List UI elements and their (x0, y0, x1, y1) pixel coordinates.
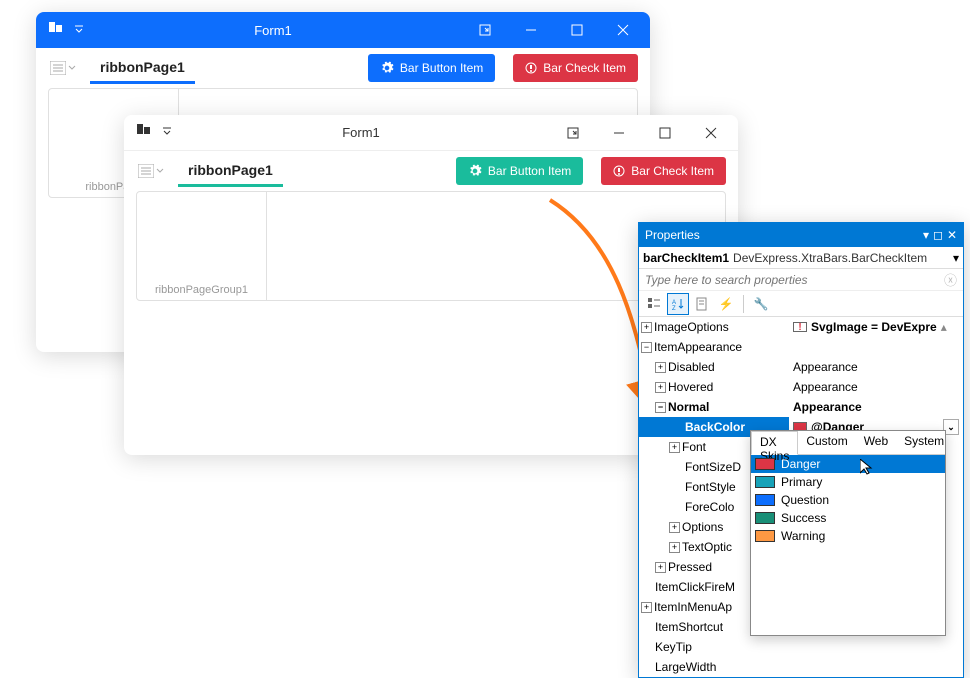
expand-icon[interactable]: + (669, 522, 680, 533)
clear-icon[interactable]: ⓧ (944, 270, 957, 289)
color-label: Danger (781, 457, 820, 471)
search-input[interactable] (645, 273, 944, 287)
minimize-button[interactable] (596, 115, 642, 151)
color-item-primary[interactable]: Primary (751, 473, 945, 491)
color-item-danger[interactable]: Danger (751, 455, 945, 473)
property-value: Appearance (789, 400, 963, 414)
ribbon-tab[interactable]: ribbonPage1 (178, 156, 283, 187)
properties-title: Properties (645, 228, 923, 242)
bar-check-label: Bar Check Item (631, 164, 714, 178)
tab-system[interactable]: System (896, 431, 952, 454)
property-row[interactable]: KeyTip (639, 637, 963, 657)
property-value: Appearance (789, 360, 963, 374)
color-list: Danger Primary Question Success Warning (751, 455, 945, 545)
tab-dx-skins[interactable]: DX Skins (751, 431, 798, 455)
expand-icon[interactable]: + (641, 322, 652, 333)
color-label: Warning (781, 529, 825, 543)
expand-icon[interactable]: + (655, 382, 666, 393)
qat-dropdown-icon[interactable] (74, 23, 84, 38)
property-row[interactable]: +Hovered Appearance (639, 377, 963, 397)
window-title: Form1 (84, 23, 462, 38)
bar-check-label: Bar Check Item (543, 61, 626, 75)
color-item-warning[interactable]: Warning (751, 527, 945, 545)
close-icon[interactable]: ✕ (947, 228, 957, 242)
collapse-icon[interactable]: − (655, 402, 666, 413)
close-button[interactable] (688, 115, 734, 151)
property-row[interactable]: −ItemAppearance (639, 337, 963, 357)
svg-text:Z: Z (672, 306, 676, 311)
categorized-button[interactable] (643, 293, 665, 315)
property-row[interactable]: LargeWidth (639, 657, 963, 677)
ribbon-tab[interactable]: ribbonPage1 (90, 53, 195, 84)
expand-icon[interactable]: + (641, 602, 652, 613)
property-row[interactable]: +ImageOptions !SvgImage = DevExpre▴ (639, 317, 963, 337)
gear-icon (380, 61, 394, 75)
gear-icon (468, 164, 482, 178)
color-swatch (755, 530, 775, 542)
exclaim-icon (613, 165, 625, 177)
expand-icon[interactable]: + (669, 542, 680, 553)
bar-button-item[interactable]: Bar Button Item (456, 157, 583, 185)
property-row[interactable]: +Disabled Appearance (639, 357, 963, 377)
tab-custom[interactable]: Custom (798, 431, 855, 454)
color-item-question[interactable]: Question (751, 491, 945, 509)
titlebar: Form1 (36, 12, 650, 48)
qat-dropdown-icon[interactable] (162, 125, 172, 140)
hamburger-icon[interactable] (48, 53, 78, 83)
dropdown-icon[interactable]: ▾ (923, 228, 929, 242)
app-icon (136, 123, 152, 142)
property-value: Appearance (789, 380, 963, 394)
collapse-icon[interactable]: − (641, 342, 652, 353)
property-row[interactable]: −Normal Appearance (639, 397, 963, 417)
color-label: Primary (781, 475, 822, 489)
exclaim-icon (525, 62, 537, 74)
minimize-button[interactable] (508, 12, 554, 48)
warn-icon: ! (793, 322, 807, 332)
events-button[interactable]: ⚡ (715, 293, 737, 315)
properties-header: Properties ▾ ◻ ✕ (639, 223, 963, 247)
property-value: SvgImage = DevExpre (811, 320, 937, 334)
properties-toolbar: AZ ⚡ 🔧 (639, 291, 963, 317)
component-selector[interactable]: barCheckItem1 DevExpress.XtraBars.BarChe… (639, 247, 963, 269)
wrench-button[interactable]: 🔧 (750, 293, 772, 315)
page-group-label: ribbonPageGroup1 (137, 284, 266, 296)
alphabetical-button[interactable]: AZ (667, 293, 689, 315)
bar-check-item[interactable]: Bar Check Item (601, 157, 726, 185)
color-picker-popup: DX Skins Custom Web System DangerPrimary… (750, 430, 946, 636)
ribbon-page-group: ribbonPageGroup1 (137, 192, 267, 300)
color-swatch (755, 458, 775, 470)
hamburger-icon[interactable] (136, 156, 166, 186)
color-swatch (755, 476, 775, 488)
color-item-success[interactable]: Success (751, 509, 945, 527)
chevron-down-icon[interactable]: ▾ (953, 251, 959, 265)
bar-button-label: Bar Button Item (488, 164, 571, 178)
app-icon (48, 21, 64, 40)
ribbon-display-button[interactable] (462, 12, 508, 48)
bar-button-item[interactable]: Bar Button Item (368, 54, 495, 82)
color-swatch (755, 494, 775, 506)
expand-icon[interactable]: + (655, 362, 666, 373)
tab-web[interactable]: Web (856, 431, 896, 454)
maximize-button[interactable] (642, 115, 688, 151)
component-name: barCheckItem1 (643, 251, 729, 265)
properties-search[interactable]: ⓧ (639, 269, 963, 291)
titlebar: Form1 (124, 115, 738, 151)
maximize-icon[interactable]: ◻ (933, 228, 943, 242)
expand-icon[interactable]: + (655, 562, 666, 573)
bar-check-item[interactable]: Bar Check Item (513, 54, 638, 82)
ribbon-display-button[interactable] (550, 115, 596, 151)
color-swatch (755, 512, 775, 524)
expand-icon[interactable]: + (669, 442, 680, 453)
component-type: DevExpress.XtraBars.BarCheckItem (733, 251, 953, 265)
color-label: Question (781, 493, 829, 507)
window-title: Form1 (172, 125, 550, 140)
bar-button-label: Bar Button Item (400, 61, 483, 75)
property-pages-button[interactable] (691, 293, 713, 315)
color-label: Success (781, 511, 826, 525)
close-button[interactable] (600, 12, 646, 48)
maximize-button[interactable] (554, 12, 600, 48)
